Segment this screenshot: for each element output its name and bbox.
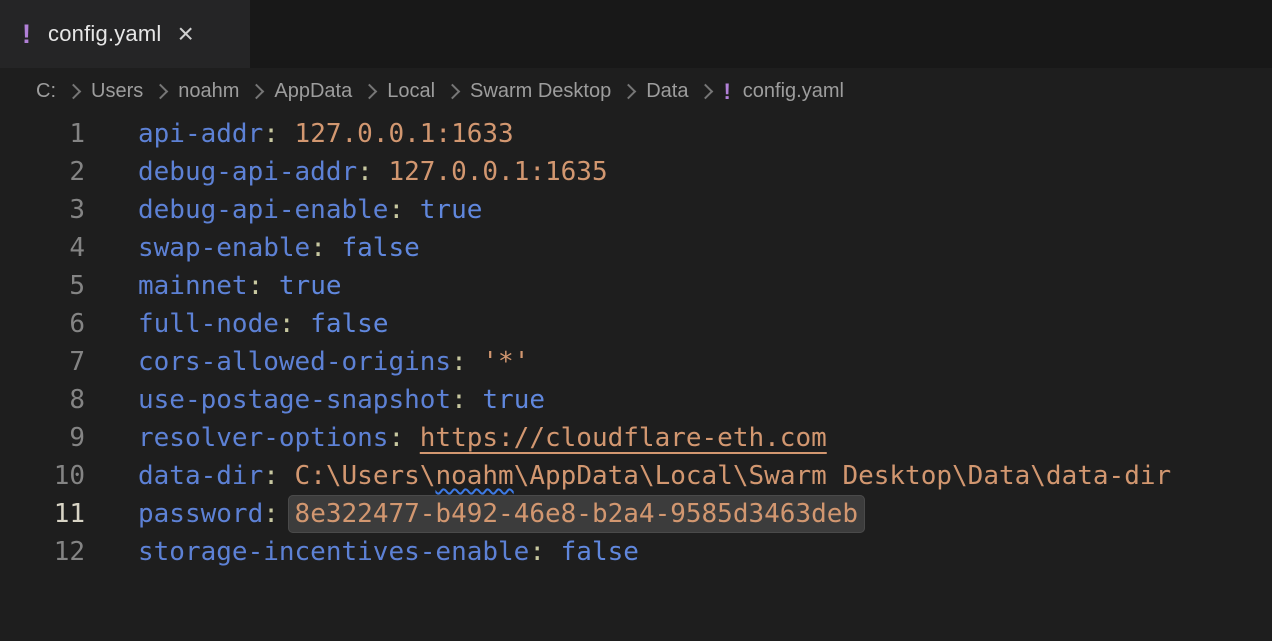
token-str: 127.0.0.1:1635 — [388, 157, 607, 187]
code-line[interactable]: 7 cors-allowed-origins: '*' — [0, 343, 1272, 381]
line-number: 5 — [0, 267, 85, 305]
token-str: '*' — [482, 347, 529, 377]
token-bool: true — [279, 271, 342, 301]
code-line-content[interactable]: debug-api-enable: true — [138, 191, 482, 229]
chevron-right-icon — [698, 84, 714, 100]
code-line-content[interactable]: password: 8e322477-b492-46e8-b2a4-9585d3… — [138, 495, 858, 533]
token-key: swap-enable — [138, 233, 310, 263]
token-colon: : — [451, 385, 482, 415]
breadcrumb-item-noahm[interactable]: noahm — [178, 80, 239, 103]
code-line[interactable]: 11 password: 8e322477-b492-46e8-b2a4-9585… — [0, 495, 1272, 533]
breadcrumb: C: Users noahm AppData Local Swarm Desktop Dat… — [0, 68, 1272, 115]
token-colon: : — [263, 119, 294, 149]
line-number: 8 — [0, 381, 85, 419]
token-key: cors-allowed-origins — [138, 347, 451, 377]
line-number: 4 — [0, 229, 85, 267]
code-line-content[interactable]: resolver-options: https://cloudflare-eth… — [138, 419, 827, 457]
token-key: full-node — [138, 309, 279, 339]
breadcrumb-item-config-yaml[interactable]: ! config.yaml — [723, 79, 843, 105]
code-line-content[interactable]: full-node: false — [138, 305, 388, 343]
token-colon: : — [263, 461, 294, 491]
line-number: 10 — [0, 457, 85, 495]
code-line-content[interactable]: api-addr: 127.0.0.1:1633 — [138, 115, 514, 153]
token-str: C:\Users\ — [295, 461, 436, 491]
token-key: storage-incentives-enable — [138, 537, 529, 567]
code-line-content[interactable]: mainnet: true — [138, 267, 342, 305]
token-bool: true — [420, 195, 483, 225]
token-key: api-addr — [138, 119, 263, 149]
token-key: resolver-options — [138, 423, 388, 453]
code-line[interactable]: 8 use-postage-snapshot: true — [0, 381, 1272, 419]
breadcrumb-item-local[interactable]: Local — [387, 80, 435, 103]
token-key: password — [138, 499, 263, 529]
breadcrumb-item-data[interactable]: Data — [646, 80, 688, 103]
token-key: data-dir — [138, 461, 263, 491]
code-line-content[interactable]: use-postage-snapshot: true — [138, 381, 545, 419]
token-colon: : — [388, 423, 419, 453]
breadcrumb-item-users[interactable]: Users — [91, 80, 143, 103]
token-colon: : — [279, 309, 310, 339]
line-number: 12 — [0, 533, 85, 571]
token-colon: : — [248, 271, 279, 301]
code-line[interactable]: 6 full-node: false — [0, 305, 1272, 343]
code-line-content[interactable]: storage-incentives-enable: false — [138, 533, 639, 571]
line-number: 1 — [0, 115, 85, 153]
token-colon: : — [388, 195, 419, 225]
token-key: debug-api-addr — [138, 157, 357, 187]
chevron-right-icon — [362, 84, 378, 100]
token-url: https://cloudflare-eth.com — [420, 423, 827, 453]
tab-label: config.yaml — [48, 21, 161, 47]
chevron-right-icon — [249, 84, 265, 100]
token-key: use-postage-snapshot — [138, 385, 451, 415]
code-line[interactable]: 10 data-dir: C:\Users\noahm\AppData\Local… — [0, 457, 1272, 495]
tab-bar: ! config.yaml × — [0, 0, 1272, 68]
chevron-right-icon — [621, 84, 637, 100]
token-bool: false — [310, 309, 388, 339]
breadcrumb-item-c-[interactable]: C: — [36, 80, 56, 103]
code-line[interactable]: 5 mainnet: true — [0, 267, 1272, 305]
chevron-right-icon — [445, 84, 461, 100]
token-colon: : — [310, 233, 341, 263]
code-line[interactable]: 3 debug-api-enable: true — [0, 191, 1272, 229]
close-icon[interactable]: × — [177, 20, 193, 48]
line-number: 3 — [0, 191, 85, 229]
token-colon: : — [451, 347, 482, 377]
line-number: 9 — [0, 419, 85, 457]
breadcrumb-item-swarm-desktop[interactable]: Swarm Desktop — [470, 80, 611, 103]
token-miss: noahm — [435, 461, 513, 491]
breadcrumb-file-label: config.yaml — [743, 80, 844, 103]
tab-config-yaml[interactable]: ! config.yaml × — [0, 0, 250, 68]
code-line[interactable]: 4 swap-enable: false — [0, 229, 1272, 267]
editor[interactable]: 1 api-addr: 127.0.0.1:1633 2 debug-api-addr… — [0, 115, 1272, 571]
code-line[interactable]: 9 resolver-options: https://cloudflare-et… — [0, 419, 1272, 457]
code-line-content[interactable]: debug-api-addr: 127.0.0.1:1635 — [138, 153, 608, 191]
token-str: \AppData\Local\Swarm Desktop\Data\data-d… — [514, 461, 1171, 491]
token-bool: false — [561, 537, 639, 567]
chevron-right-icon — [66, 84, 82, 100]
code-line-content[interactable]: swap-enable: false — [138, 229, 420, 267]
token-hl: 8e322477-b492-46e8-b2a4-9585d3463deb — [288, 495, 866, 533]
chevron-right-icon — [153, 84, 169, 100]
line-number: 11 — [0, 495, 85, 533]
token-bool: true — [482, 385, 545, 415]
yaml-file-icon: ! — [22, 21, 31, 48]
line-number: 2 — [0, 153, 85, 191]
code-lines: 1 api-addr: 127.0.0.1:1633 2 debug-api-addr… — [0, 115, 1272, 571]
line-number: 6 — [0, 305, 85, 343]
line-number: 7 — [0, 343, 85, 381]
code-line-content[interactable]: data-dir: C:\Users\noahm\AppData\Local\S… — [138, 457, 1171, 495]
code-line[interactable]: 12 storage-incentives-enable: false — [0, 533, 1272, 571]
token-key: mainnet — [138, 271, 248, 301]
token-colon: : — [529, 537, 560, 567]
yaml-file-icon: ! — [723, 79, 730, 105]
token-bool: false — [342, 233, 420, 263]
code-line[interactable]: 2 debug-api-addr: 127.0.0.1:1635 — [0, 153, 1272, 191]
token-key: debug-api-enable — [138, 195, 388, 225]
breadcrumb-item-appdata[interactable]: AppData — [274, 80, 352, 103]
token-str: 127.0.0.1:1633 — [295, 119, 514, 149]
code-line[interactable]: 1 api-addr: 127.0.0.1:1633 — [0, 115, 1272, 153]
token-colon: : — [357, 157, 388, 187]
code-line-content[interactable]: cors-allowed-origins: '*' — [138, 343, 529, 381]
